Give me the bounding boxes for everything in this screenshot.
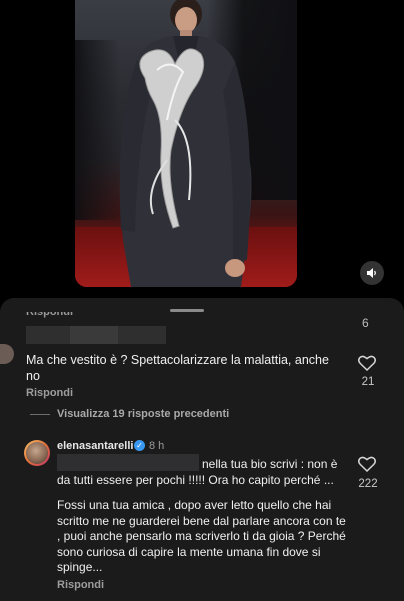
timestamp: 8 h [149, 440, 165, 452]
previous-reply-link[interactable]: Rispondi [26, 312, 73, 318]
reply-text: nella tua bio scrivi : non è da tutti es… [57, 457, 347, 576]
video-subject-figure [119, 0, 252, 287]
verified-badge-icon: ✓ [134, 440, 145, 451]
reply-text-first: nella tua bio scrivi : non è da tutti es… [57, 457, 338, 487]
like-count: 21 [361, 376, 375, 388]
video-frame[interactable] [75, 0, 297, 287]
view-previous-replies[interactable]: Visualizza 19 risposte precedenti [57, 408, 229, 420]
reply-text-second: Fossi una tua amica , dopo aver letto qu… [57, 498, 346, 574]
redacted-block [70, 326, 118, 344]
thread-line [30, 414, 50, 415]
username[interactable]: elenasantarelli [57, 440, 133, 452]
volume-button[interactable] [360, 261, 384, 285]
comment-text: Ma che vestito è ? Spettacolarizzare la … [26, 353, 329, 383]
speaker-icon [367, 268, 376, 278]
reply-button[interactable]: Rispondi [57, 579, 104, 591]
previous-like-count: 6 [362, 316, 369, 330]
heart-icon[interactable] [358, 355, 376, 371]
comments-sheet[interactable]: Rispondi 6 Ma che vestito è ? Spettacola… [0, 298, 404, 601]
video-player[interactable] [0, 0, 404, 298]
heart-icon[interactable] [358, 456, 376, 472]
commenter-avatar[interactable] [0, 344, 14, 364]
drag-handle[interactable] [170, 309, 204, 312]
like-count: 222 [358, 478, 378, 490]
reply-button[interactable]: Rispondi [26, 387, 73, 399]
avatar[interactable] [24, 440, 50, 466]
